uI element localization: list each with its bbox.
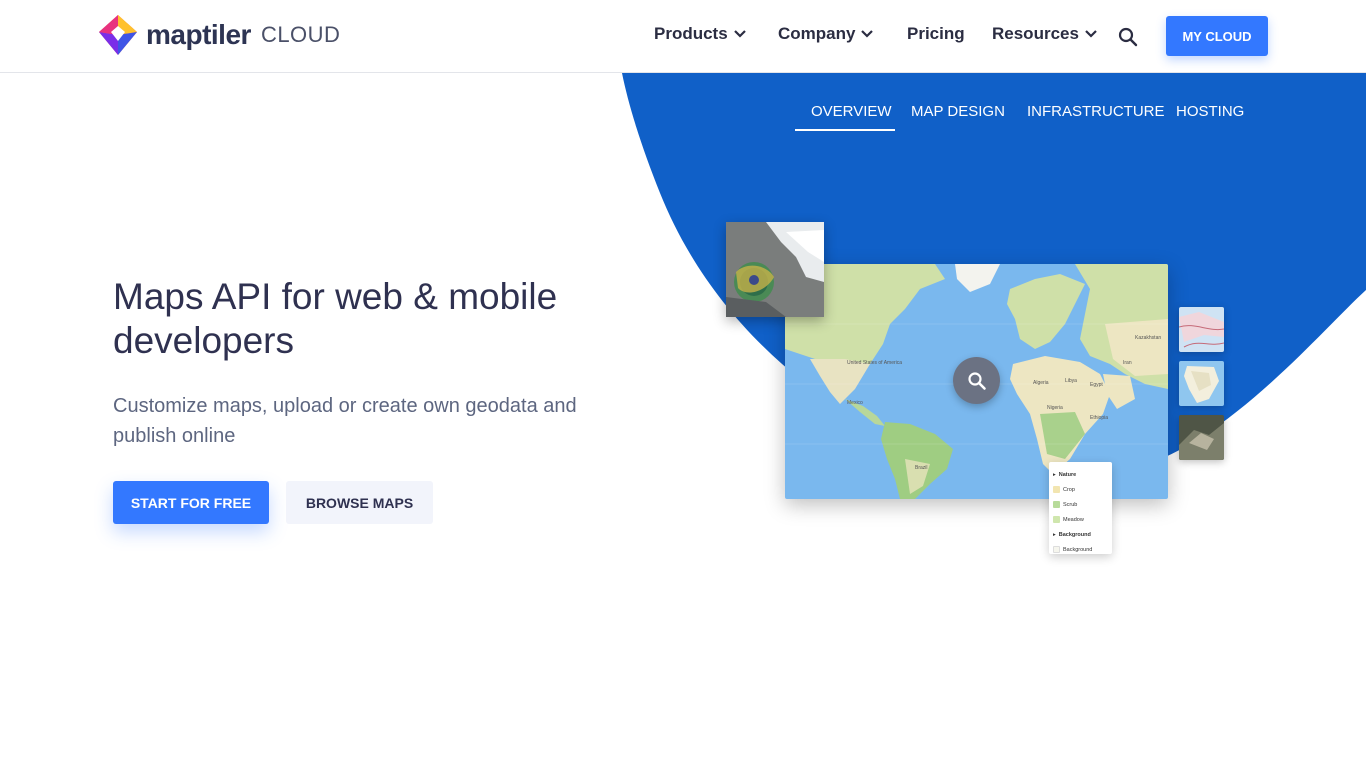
map-label: Ethiopia <box>1090 415 1108 421</box>
layer-legend-panel: ▸ Nature Crop Scrub Meadow ▸ Background … <box>1049 462 1112 554</box>
map-search-button[interactable] <box>953 357 1000 404</box>
map-label: Brazil <box>915 465 928 471</box>
color-swatch <box>1053 546 1060 553</box>
map-label: Kazakhstan <box>1135 335 1161 341</box>
hero-title: Maps API for web & mobile developers <box>113 276 558 361</box>
search-icon <box>967 371 986 390</box>
legend-group-title: Nature <box>1058 471 1077 478</box>
nav-company[interactable]: Company <box>778 24 874 44</box>
legend-item-label: Background <box>1063 546 1093 553</box>
map-label: Egypt <box>1090 382 1103 388</box>
chevron-down-icon <box>733 30 746 38</box>
folder-icon: ▸ <box>1053 531 1056 538</box>
map-style-thumbnail[interactable] <box>1179 361 1224 406</box>
legend-item-label: Scrub <box>1063 501 1078 508</box>
nav-resources[interactable]: Resources <box>992 24 1097 44</box>
hero-subtitle: Customize maps, upload or create own geo… <box>113 395 577 447</box>
nav-label: Pricing <box>907 24 965 43</box>
nav-label: Products <box>654 24 728 43</box>
color-swatch <box>1053 516 1060 523</box>
legend-item[interactable]: Meadow <box>1053 512 1108 527</box>
nav-pricing[interactable]: Pricing <box>907 24 965 44</box>
brand-name: maptiler <box>146 19 251 50</box>
maptiler-logo-icon <box>99 15 137 55</box>
legend-item[interactable]: Scrub <box>1053 497 1108 512</box>
legend-item[interactable]: Background <box>1053 542 1108 557</box>
folder-icon: ▸ <box>1053 471 1056 478</box>
my-cloud-button[interactable]: MY CLOUD <box>1166 16 1268 56</box>
map-label: United States of America <box>847 360 902 366</box>
subnav-active-indicator <box>795 129 895 131</box>
legend-group-nature[interactable]: ▸ Nature <box>1053 467 1108 482</box>
nav-label: Resources <box>992 24 1079 43</box>
nav-products[interactable]: Products <box>654 24 746 44</box>
chevron-down-icon <box>861 30 874 38</box>
legend-item[interactable]: Crop <box>1053 482 1108 497</box>
chevron-down-icon <box>1085 30 1097 38</box>
legend-item-label: Meadow <box>1063 516 1084 523</box>
legend-group-title: Background <box>1058 531 1091 538</box>
legend-item-label: Crop <box>1063 486 1075 493</box>
map-label: Nigeria <box>1047 405 1063 411</box>
color-swatch <box>1053 486 1060 493</box>
map-style-thumbnail[interactable] <box>1179 415 1224 460</box>
map-style-thumbnail[interactable] <box>1179 307 1224 352</box>
site-header: maptiler CLOUD Products Company Pricing … <box>0 0 1366 73</box>
subnav-hosting[interactable]: HOSTING <box>1176 103 1244 120</box>
brand-sub: CLOUD <box>260 22 341 47</box>
logo[interactable]: maptiler CLOUD <box>99 15 340 55</box>
legend-group-background[interactable]: ▸ Background <box>1053 527 1108 542</box>
weather-satellite-thumbnail <box>726 222 824 317</box>
search-icon[interactable] <box>1118 27 1138 47</box>
map-label: Libya <box>1065 378 1077 384</box>
subnav-map-design[interactable]: MAP DESIGN <box>911 103 1005 120</box>
color-swatch <box>1053 501 1060 508</box>
nav-label: Company <box>778 24 856 43</box>
subnav-infrastructure[interactable]: INFRASTRUCTURE <box>1027 103 1165 120</box>
map-label: Algeria <box>1033 380 1049 386</box>
browse-maps-button[interactable]: BROWSE MAPS <box>286 481 433 524</box>
start-for-free-button[interactable]: START FOR FREE <box>113 481 269 524</box>
map-label: Iran <box>1123 360 1132 366</box>
subnav-overview[interactable]: OVERVIEW <box>811 103 892 120</box>
map-label: Mexico <box>847 400 863 406</box>
